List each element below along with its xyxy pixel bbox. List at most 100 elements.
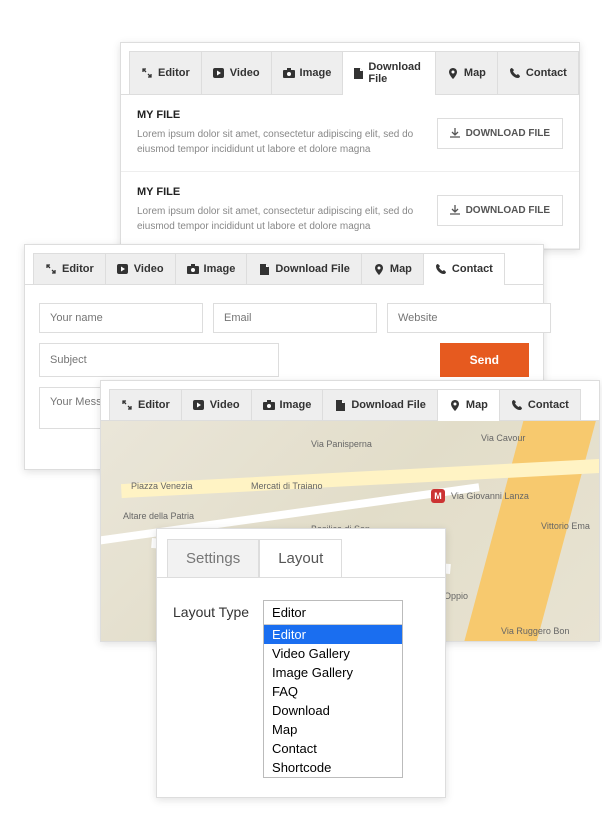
tab-video[interactable]: Video <box>202 51 272 94</box>
map-label-metro: Via Giovanni Lanza <box>451 491 529 501</box>
pin-icon <box>447 67 459 79</box>
tab-image[interactable]: Image <box>176 253 248 284</box>
tab-label: Editor <box>62 263 94 275</box>
tab-download[interactable]: Download File <box>323 389 438 420</box>
download-label: DOWNLOAD FILE <box>466 128 550 139</box>
send-button[interactable]: Send <box>440 343 529 377</box>
select-option[interactable]: Map <box>264 720 402 739</box>
play-icon <box>117 263 129 275</box>
tab-image[interactable]: Image <box>252 389 324 420</box>
camera-icon <box>263 399 275 411</box>
select-option[interactable]: FAQ <box>264 682 402 701</box>
map-label-altare: Altare della Patria <box>123 511 194 521</box>
download-button[interactable]: DOWNLOAD FILE <box>437 195 563 226</box>
tab-label: Image <box>204 263 236 275</box>
subject-field[interactable] <box>39 343 279 377</box>
download-label: DOWNLOAD FILE <box>466 205 550 216</box>
play-icon <box>213 67 225 79</box>
map-label-panisperna: Via Panisperna <box>311 439 372 449</box>
download-icon <box>450 128 460 138</box>
file-text: MY FILE Lorem ipsum dolor sit amet, cons… <box>137 109 437 157</box>
select-option[interactable]: Image Gallery <box>264 663 402 682</box>
tab-contact[interactable]: Contact <box>500 389 581 420</box>
file-icon <box>334 399 346 411</box>
tab-label: Image <box>300 67 332 79</box>
tab-label: Contact <box>528 399 569 411</box>
tab-editor[interactable]: Editor <box>129 51 202 94</box>
layout-settings-panel: Settings Layout Layout Type Editor Edito… <box>156 528 446 798</box>
tab-editor[interactable]: Editor <box>109 389 182 420</box>
tab-label: Download File <box>368 61 424 85</box>
tabbar: Editor Video Image Download File Map Con… <box>121 43 579 95</box>
layout-type-select[interactable]: Editor Editor Video Gallery Image Galler… <box>263 600 403 778</box>
tab-map[interactable]: Map <box>362 253 424 284</box>
map-label-cavour: Via Cavour <box>481 433 525 443</box>
expand-icon <box>141 67 153 79</box>
select-option[interactable]: Shortcode <box>264 758 402 777</box>
tabbar: Editor Video Image Download File Map Con… <box>101 381 599 421</box>
tab-video[interactable]: Video <box>106 253 176 284</box>
camera-icon <box>283 67 295 79</box>
file-list: MY FILE Lorem ipsum dolor sit amet, cons… <box>121 95 579 249</box>
map-label-piazza: Piazza Venezia <box>131 481 193 491</box>
phone-icon <box>435 263 447 275</box>
select-option[interactable]: Contact <box>264 739 402 758</box>
tab-label: Map <box>464 67 486 79</box>
tab-label: Editor <box>138 399 170 411</box>
tab-label: Download File <box>275 263 350 275</box>
file-row: MY FILE Lorem ipsum dolor sit amet, cons… <box>121 95 579 172</box>
tab-layout[interactable]: Layout <box>259 539 342 577</box>
select-option[interactable]: Editor <box>264 625 402 644</box>
name-field[interactable] <box>39 303 203 333</box>
tab-label: Video <box>230 67 260 79</box>
tab-label: Map <box>466 399 488 411</box>
file-text: MY FILE Lorem ipsum dolor sit amet, cons… <box>137 186 437 234</box>
tab-image[interactable]: Image <box>272 51 344 94</box>
download-file-panel: Editor Video Image Download File Map Con… <box>120 42 580 250</box>
select-option[interactable]: Video Gallery <box>264 644 402 663</box>
email-field[interactable] <box>213 303 377 333</box>
tabbar: Editor Video Image Download File Map Con… <box>25 245 543 285</box>
tab-contact[interactable]: Contact <box>424 253 505 284</box>
layout-body: Layout Type Editor Editor Video Gallery … <box>157 578 445 800</box>
pin-icon <box>373 263 385 275</box>
map-label-traiano: Mercati di Traiano <box>251 481 323 491</box>
file-icon <box>354 67 363 79</box>
tab-download[interactable]: Download File <box>343 51 436 94</box>
tab-map[interactable]: Map <box>436 51 498 94</box>
settings-tabbar: Settings Layout <box>157 529 445 578</box>
file-title: MY FILE <box>137 109 425 121</box>
tab-label: Image <box>280 399 312 411</box>
tab-label: Contact <box>452 263 493 275</box>
tab-label: Editor <box>158 67 190 79</box>
select-option[interactable]: Download <box>264 701 402 720</box>
file-row: MY FILE Lorem ipsum dolor sit amet, cons… <box>121 172 579 249</box>
file-title: MY FILE <box>137 186 425 198</box>
expand-icon <box>121 399 133 411</box>
play-icon <box>193 399 205 411</box>
tab-map[interactable]: Map <box>438 389 500 420</box>
phone-icon <box>509 67 521 79</box>
tab-label: Map <box>390 263 412 275</box>
phone-icon <box>511 399 523 411</box>
tab-download[interactable]: Download File <box>247 253 362 284</box>
tab-video[interactable]: Video <box>182 389 252 420</box>
tab-label: Video <box>210 399 240 411</box>
tab-label: Video <box>134 263 164 275</box>
layout-type-label: Layout Type <box>173 600 249 620</box>
expand-icon <box>45 263 57 275</box>
tab-label: Contact <box>526 67 567 79</box>
file-desc: Lorem ipsum dolor sit amet, consectetur … <box>137 127 425 157</box>
map-label-ruggero: Via Ruggero Bon <box>501 626 569 636</box>
website-field[interactable] <box>387 303 551 333</box>
metro-icon: M <box>431 489 445 503</box>
tab-editor[interactable]: Editor <box>33 253 106 284</box>
camera-icon <box>187 263 199 275</box>
tab-contact[interactable]: Contact <box>498 51 579 94</box>
tab-label: Download File <box>351 399 426 411</box>
select-current-value: Editor <box>264 601 402 625</box>
tab-settings[interactable]: Settings <box>167 539 259 577</box>
map-label-vittorio: Vittorio Ema <box>541 521 590 531</box>
file-icon <box>258 263 270 275</box>
download-button[interactable]: DOWNLOAD FILE <box>437 118 563 149</box>
